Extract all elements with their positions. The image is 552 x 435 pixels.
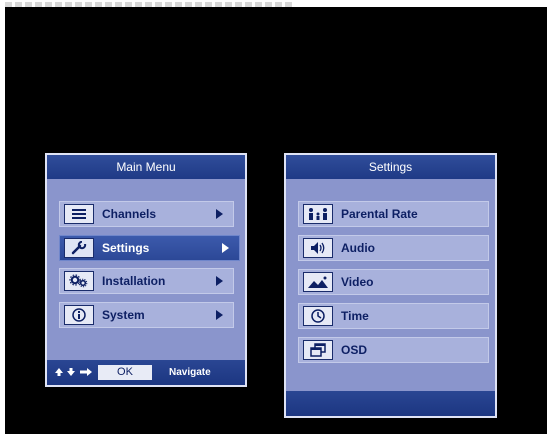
windows-icon bbox=[303, 340, 333, 360]
menu-item-settings[interactable]: Settings bbox=[59, 235, 240, 261]
menu-item-label: Settings bbox=[102, 241, 150, 255]
navigate-hint: Navigate bbox=[169, 367, 211, 378]
chevron-right-icon bbox=[222, 243, 229, 253]
main-menu-footer: OK Navigate bbox=[47, 360, 245, 385]
menu-item-label: Channels bbox=[102, 207, 157, 221]
tv-screen: Main Menu Channels Settings Installation bbox=[5, 7, 547, 434]
settings-footer bbox=[286, 391, 495, 416]
menu-item-installation[interactable]: Installation bbox=[59, 268, 234, 294]
settings-item-time[interactable]: Time bbox=[298, 303, 489, 329]
chevron-right-icon bbox=[216, 209, 223, 219]
settings-item-label: Time bbox=[341, 309, 369, 323]
settings-item-label: Video bbox=[341, 275, 374, 289]
chevron-right-icon bbox=[216, 310, 223, 320]
list-icon bbox=[64, 204, 94, 224]
clock-icon bbox=[303, 306, 333, 326]
info-icon bbox=[64, 305, 94, 325]
settings-item-label: OSD bbox=[341, 343, 368, 357]
speaker-icon bbox=[303, 238, 333, 258]
settings-item-audio[interactable]: Audio bbox=[298, 235, 489, 261]
settings-item-label: Audio bbox=[341, 241, 375, 255]
settings-item-osd[interactable]: OSD bbox=[298, 337, 489, 363]
menu-item-channels[interactable]: Channels bbox=[59, 201, 234, 227]
family-icon bbox=[303, 204, 333, 224]
settings-item-label: Parental Rate bbox=[341, 207, 418, 221]
settings-panel: Settings Parental Rate Audio Video Time bbox=[284, 153, 497, 418]
menu-item-label: System bbox=[102, 308, 145, 322]
settings-item-video[interactable]: Video bbox=[298, 269, 489, 295]
main-menu-title: Main Menu bbox=[47, 155, 245, 179]
picture-icon bbox=[303, 272, 333, 292]
ok-button[interactable]: OK bbox=[98, 365, 152, 380]
main-menu-panel: Main Menu Channels Settings Installation bbox=[45, 153, 247, 387]
menu-item-label: Installation bbox=[102, 274, 166, 288]
wrench-icon bbox=[64, 238, 94, 258]
gears-icon bbox=[64, 271, 94, 291]
menu-item-system[interactable]: System bbox=[59, 302, 234, 328]
navigation-arrows-icon bbox=[55, 367, 93, 377]
chevron-right-icon bbox=[216, 276, 223, 286]
settings-item-parental-rate[interactable]: Parental Rate bbox=[298, 201, 489, 227]
settings-title: Settings bbox=[286, 155, 495, 179]
